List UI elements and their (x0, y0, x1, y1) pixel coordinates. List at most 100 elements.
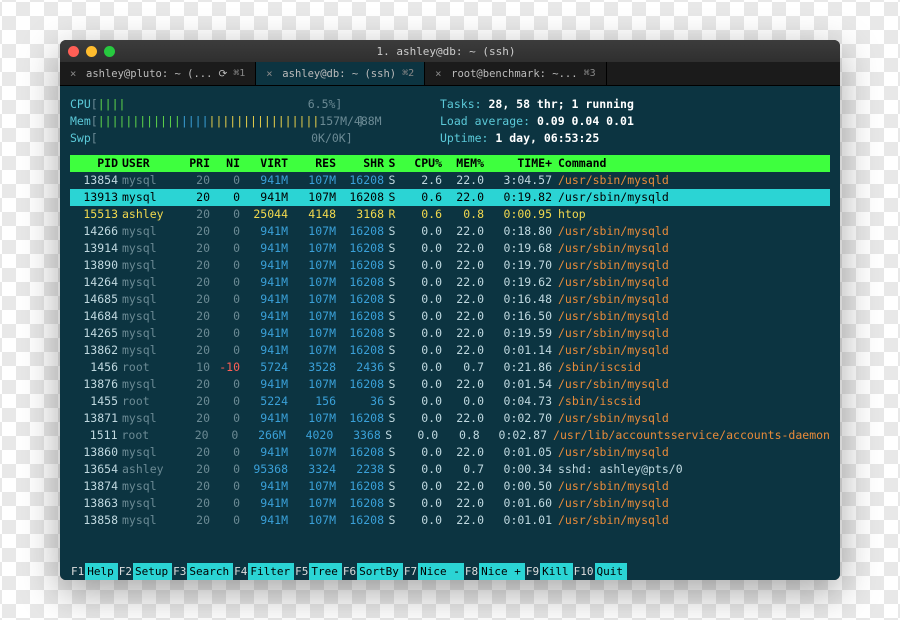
close-icon[interactable] (68, 46, 79, 57)
maximize-icon[interactable] (104, 46, 115, 57)
cell-pid: 14684 (70, 308, 118, 325)
cpu-value: 6.5% (125, 96, 335, 113)
minimize-icon[interactable] (86, 46, 97, 57)
cell-time: 0:00.50 (484, 478, 552, 495)
table-row[interactable]: 14264mysql200941M107M16208S0.022.00:19.6… (70, 274, 830, 291)
cell-cpu: 0.0 (400, 359, 442, 376)
col-res[interactable]: RES (288, 155, 336, 172)
cell-virt: 941M (240, 325, 288, 342)
cell-ni: 0 (210, 257, 240, 274)
cell-shr: 16208 (336, 342, 384, 359)
cell-time: 0:19.68 (484, 240, 552, 257)
table-row[interactable]: 14265mysql200941M107M16208S0.022.00:19.5… (70, 325, 830, 342)
col-pri[interactable]: PRI (176, 155, 210, 172)
col-s[interactable]: S (384, 155, 400, 172)
table-row[interactable]: 13914mysql200941M107M16208S0.022.00:19.6… (70, 240, 830, 257)
fkey-f7[interactable]: F7Nice - (403, 563, 464, 580)
cell-s: S (384, 189, 400, 206)
tab-2[interactable]: ×root@benchmark: ~...⌘3 (425, 62, 606, 85)
col-mem[interactable]: MEM% (442, 155, 484, 172)
cell-virt: 25044 (240, 206, 288, 223)
cell-pid: 13860 (70, 444, 118, 461)
fkey-f10[interactable]: F10Quit (573, 563, 627, 580)
fkey-f9[interactable]: F9Kill (525, 563, 573, 580)
cell-virt: 941M (240, 189, 288, 206)
cell-pri: 20 (176, 206, 210, 223)
cell-s: S (384, 342, 400, 359)
cell-virt: 941M (240, 342, 288, 359)
fkey-action: Filter (248, 563, 294, 580)
table-row[interactable]: 1455root200522415636S0.00.00:04.73/sbin/… (70, 393, 830, 410)
close-icon[interactable]: × (70, 68, 80, 80)
table-row[interactable]: 15513ashley2002504441483168R0.60.80:00.9… (70, 206, 830, 223)
fkey-label: F4 (233, 563, 248, 580)
table-row[interactable]: 1456root10-10572435282436S0.00.70:21.86/… (70, 359, 830, 376)
cell-mem: 22.0 (442, 240, 484, 257)
cell-user: root (118, 359, 176, 376)
cell-s: S (384, 274, 400, 291)
cell-pri: 20 (175, 427, 209, 444)
cell-cpu: 0.0 (400, 461, 442, 478)
fkey-f8[interactable]: F8Nice + (464, 563, 525, 580)
fkey-f6[interactable]: F6SortBy (342, 563, 403, 580)
cell-mem: 22.0 (442, 223, 484, 240)
cell-ni: 0 (210, 223, 240, 240)
cell-cpu: 0.0 (400, 240, 442, 257)
traffic-lights (68, 46, 115, 57)
fkey-f5[interactable]: F5Tree (294, 563, 342, 580)
table-row[interactable]: 13854mysql200941M107M16208S2.622.03:04.5… (70, 172, 830, 189)
col-pid[interactable]: PID (70, 155, 118, 172)
col-shr[interactable]: SHR (336, 155, 384, 172)
fkey-f1[interactable]: F1Help (70, 563, 118, 580)
cell-cmd: /usr/sbin/mysqld (552, 495, 830, 512)
cell-virt: 941M (240, 495, 288, 512)
cell-cmd: /usr/sbin/mysqld (552, 189, 830, 206)
cell-res: 107M (288, 291, 336, 308)
fkey-f4[interactable]: F4Filter (233, 563, 294, 580)
table-row[interactable]: 14684mysql200941M107M16208S0.022.00:16.5… (70, 308, 830, 325)
cell-shr: 16208 (336, 240, 384, 257)
cell-s: S (384, 308, 400, 325)
fkey-f2[interactable]: F2Setup (118, 563, 172, 580)
cell-cpu: 0.0 (400, 325, 442, 342)
col-virt[interactable]: VIRT (240, 155, 288, 172)
tasks-value: 28, 58 thr; 1 running (488, 97, 633, 111)
table-row[interactable]: 13913mysql200941M107M16208S0.622.00:19.8… (70, 189, 830, 206)
fkey-action: Tree (309, 563, 342, 580)
table-row[interactable]: 13874mysql200941M107M16208S0.022.00:00.5… (70, 478, 830, 495)
fkey-label: F9 (525, 563, 540, 580)
cell-time: 3:04.57 (484, 172, 552, 189)
close-icon[interactable]: × (266, 68, 276, 80)
tab-1[interactable]: ×ashley@db: ~ (ssh)⌘2 (256, 62, 425, 85)
col-ni[interactable]: NI (210, 155, 240, 172)
cell-virt: 941M (240, 274, 288, 291)
process-header[interactable]: PID USER PRI NI VIRT RES SHR S CPU% MEM%… (70, 155, 830, 172)
tab-0[interactable]: ×ashley@pluto: ~ (...⟳⌘1 (60, 62, 256, 85)
table-row[interactable]: 13863mysql200941M107M16208S0.022.00:01.6… (70, 495, 830, 512)
col-cmd[interactable]: Command (552, 155, 830, 172)
table-row[interactable]: 14685mysql200941M107M16208S0.022.00:16.4… (70, 291, 830, 308)
terminal-window: 1. ashley@db: ~ (ssh) ×ashley@pluto: ~ (… (60, 40, 840, 580)
col-user[interactable]: USER (118, 155, 176, 172)
table-row[interactable]: 13862mysql200941M107M16208S0.022.00:01.1… (70, 342, 830, 359)
cell-pid: 13874 (70, 478, 118, 495)
table-row[interactable]: 13890mysql200941M107M16208S0.022.00:19.7… (70, 257, 830, 274)
cell-res: 107M (288, 189, 336, 206)
table-row[interactable]: 13871mysql200941M107M16208S0.022.00:02.7… (70, 410, 830, 427)
col-time[interactable]: TIME+ (484, 155, 552, 172)
col-cpu[interactable]: CPU% (400, 155, 442, 172)
table-row[interactable]: 13654ashley2009536833242238S0.00.70:00.3… (70, 461, 830, 478)
close-icon[interactable]: × (435, 68, 445, 80)
cell-ni: 0 (210, 274, 240, 291)
table-row[interactable]: 13858mysql200941M107M16208S0.022.00:01.0… (70, 512, 830, 529)
cell-virt: 941M (240, 223, 288, 240)
mem-bar-green: |||||||||||| (98, 114, 181, 128)
process-table[interactable]: 13854mysql200941M107M16208S2.622.03:04.5… (70, 172, 830, 529)
cell-mem: 22.0 (442, 342, 484, 359)
table-row[interactable]: 1511root200266M40203368S0.00.80:02.87/us… (70, 427, 830, 444)
table-row[interactable]: 13860mysql200941M107M16208S0.022.00:01.0… (70, 444, 830, 461)
fkey-f3[interactable]: F3Search (172, 563, 233, 580)
table-row[interactable]: 14266mysql200941M107M16208S0.022.00:18.8… (70, 223, 830, 240)
table-row[interactable]: 13876mysql200941M107M16208S0.022.00:01.5… (70, 376, 830, 393)
cell-shr: 16208 (336, 444, 384, 461)
